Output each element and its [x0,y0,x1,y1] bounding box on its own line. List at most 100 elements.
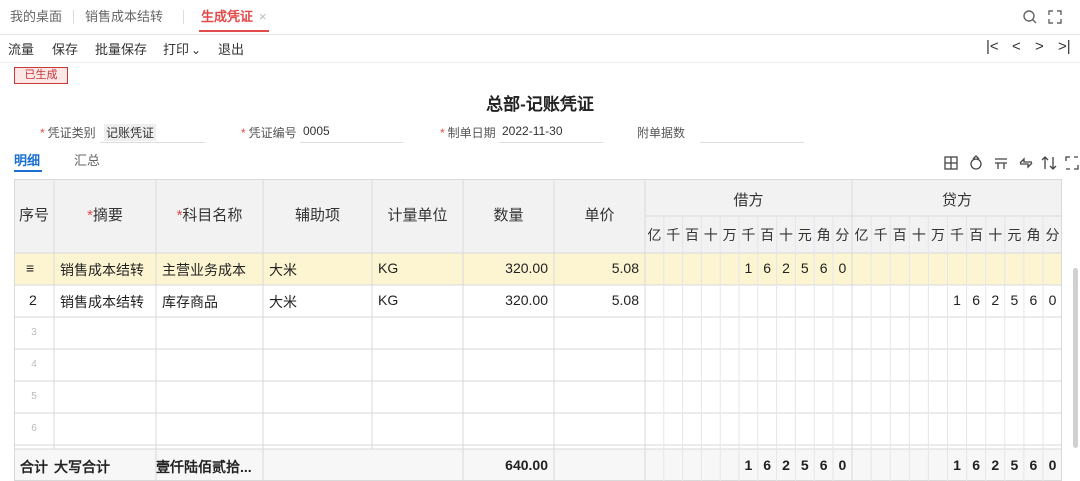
chevron-down-icon: ⌄ [191,43,202,57]
voucher-number-underline [300,142,403,143]
credit-unit-header: 角 [1026,227,1041,243]
balance-icon[interactable] [993,155,1009,171]
credit-unit-header: 亿 [854,227,869,243]
total-debit-digit: 6 [819,457,828,473]
credit-unit-header: 十 [911,227,926,243]
total-qty: 640.00 [505,457,548,473]
row-seq: 4 [31,359,37,370]
debit-unit-header: 百 [685,227,699,243]
debit-unit-header: 万 [722,227,737,243]
row-drag-handle-icon[interactable]: ≡ [26,260,34,276]
row-price[interactable]: 5.08 [554,292,639,308]
total-credit-digit: 2 [991,457,1000,473]
credit-unit-header: 千 [873,227,888,243]
header-qty: 数量 [493,207,524,224]
copy-row-icon[interactable] [968,155,984,171]
swap-icon[interactable] [1018,155,1034,171]
status-badge: 已生成 [14,67,68,84]
row-unit[interactable]: KG [378,260,398,276]
date-field[interactable]: 2022-11-30 [502,124,563,138]
row-summary[interactable]: 销售成本结转 [60,292,144,312]
row-price[interactable]: 5.08 [554,260,639,276]
header-debit: 借方 [733,192,764,209]
last-record-icon[interactable]: >| [1058,38,1071,55]
exit-button[interactable]: 退出 [218,39,244,58]
total-debit-digit: 0 [838,457,847,473]
save-button[interactable]: 保存 [52,39,78,58]
voucher-type-label: * 凭证类别 [40,126,96,140]
voucher-type-field[interactable]: 记账凭证 [104,124,157,141]
close-icon[interactable]: × [259,9,267,24]
tab-summary[interactable]: 汇总 [74,150,100,169]
caps-total-value: 壹仟陆佰贰拾... [156,459,252,475]
row-aux[interactable]: 大米 [269,292,297,312]
fullscreen-icon[interactable] [1046,8,1064,26]
prev-record-icon[interactable]: < [1012,38,1021,55]
header-account-text: 科目名称 [182,207,243,224]
credit-unit-header: 百 [969,227,984,243]
flow-button[interactable]: 流量 [8,39,34,58]
header-account: *科目名称 [176,207,243,224]
credit-unit-header: 万 [930,227,945,243]
tab-desktop[interactable]: 我的桌面 [10,0,62,33]
row-aux[interactable]: 大米 [269,260,297,280]
debit-unit-header: 元 [797,227,812,243]
total-credit-digit: 5 [1010,457,1019,473]
voucher-number-field[interactable]: 0005 [303,124,330,138]
tab-bar: 我的桌面 销售成本结转 生成凭证 × [0,0,1080,35]
header-unit: 计量单位 [387,207,448,224]
row-qty[interactable]: 320.00 [463,260,548,276]
debit-digit: 5 [800,260,809,276]
total-credit-digit: 0 [1048,457,1057,473]
header-aux: 辅助项 [294,207,340,224]
tab-detail[interactable]: 明细 [14,150,40,169]
debit-unit-header: 角 [816,227,831,243]
first-record-icon[interactable]: |< [986,38,999,55]
total-debit-digit: 2 [782,457,790,473]
tab-separator [73,10,74,24]
credit-digit: 2 [991,292,1000,308]
tab-label: 生成凭证 [201,9,254,24]
credit-unit-header: 分 [1045,227,1060,243]
voucher-type-label-text: 凭证类别 [47,126,96,140]
debit-unit-header: 亿 [647,227,662,243]
row-summary[interactable]: 销售成本结转 [60,260,144,280]
search-icon[interactable] [1021,8,1039,26]
caps-total-label: 大写合计 [54,459,110,475]
toolbar: 流量 保存 批量保存 打印 ⌄ 退出 |< < > >| [0,34,1080,63]
tab-generate-voucher[interactable]: 生成凭证 × [199,0,269,33]
print-button[interactable]: 打印 ⌄ [163,39,201,58]
attachments-label: 附单据数 [637,126,686,140]
row-account[interactable]: 库存商品 [162,292,218,312]
tab-sales-cost[interactable]: 销售成本结转 [85,0,163,33]
active-tab-underline [199,30,269,32]
sort-icon[interactable] [1041,155,1057,171]
row-unit[interactable]: KG [378,292,398,308]
insert-row-icon[interactable] [943,155,959,171]
row-seq: 2 [29,292,37,308]
row-seq: 6 [31,423,37,434]
header-credit: 贷方 [941,192,972,209]
debit-digit: 2 [782,260,790,276]
debit-digit: 6 [763,260,772,276]
tab-separator [183,10,184,24]
total-label: 合计 [20,459,48,475]
total-debit-digit: 1 [744,457,753,473]
date-label-text: 制单日期 [447,126,496,140]
debit-unit-header: 分 [835,227,850,243]
batch-save-button[interactable]: 批量保存 [95,39,147,58]
credit-digit: 0 [1048,292,1057,308]
total-credit-digit: 1 [953,457,961,473]
header-summary-text: 摘要 [92,207,123,224]
row-seq: 5 [31,391,37,402]
row-qty[interactable]: 320.00 [463,292,548,308]
row-account[interactable]: 主营业务成本 [162,260,246,280]
credit-digit: 6 [1029,292,1038,308]
credit-digit: 5 [1010,292,1019,308]
header-summary: *摘要 [87,207,123,224]
expand-icon[interactable] [1064,155,1080,171]
vertical-scrollbar[interactable] [1073,268,1078,448]
next-record-icon[interactable]: > [1035,38,1044,55]
debit-unit-header: 百 [760,227,775,243]
print-label: 打印 [163,42,190,57]
